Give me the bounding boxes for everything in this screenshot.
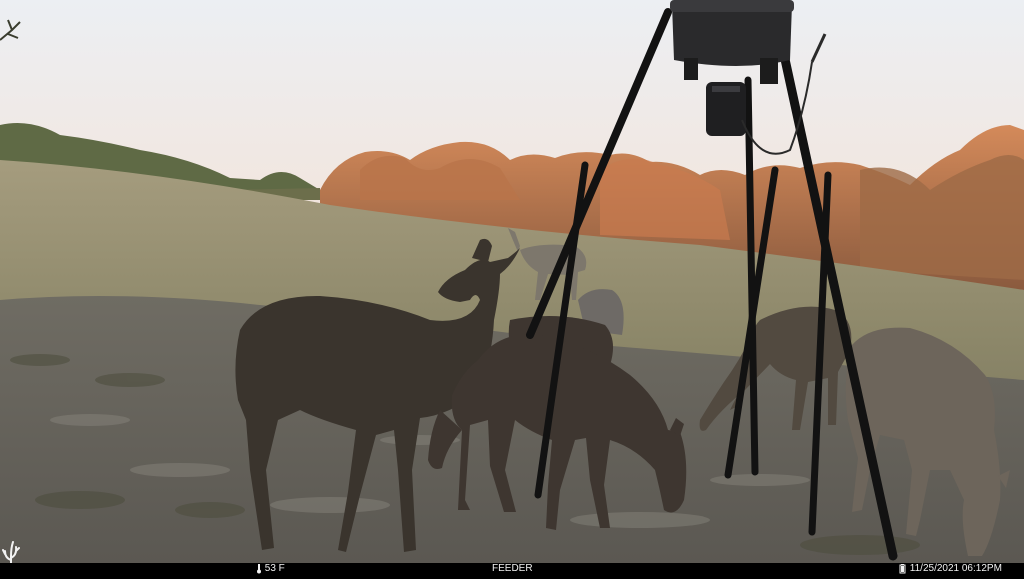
battery-icon bbox=[899, 564, 906, 574]
datetime-stamp: 11/25/2021 06:12PM bbox=[898, 563, 1002, 575]
trail-camera-photo bbox=[0, 0, 1024, 563]
camera-name: FEEDER bbox=[492, 563, 533, 574]
temperature-value: 53 F bbox=[264, 563, 285, 574]
camera-info-bar: 53 F FEEDER 11/25/2021 06:12PM bbox=[0, 563, 1024, 575]
temperature-readout: 53 F bbox=[256, 563, 285, 575]
thermometer-icon bbox=[257, 564, 261, 574]
date-value: 11/25/2021 bbox=[909, 563, 960, 574]
time-value: 06:12PM bbox=[961, 563, 1002, 574]
